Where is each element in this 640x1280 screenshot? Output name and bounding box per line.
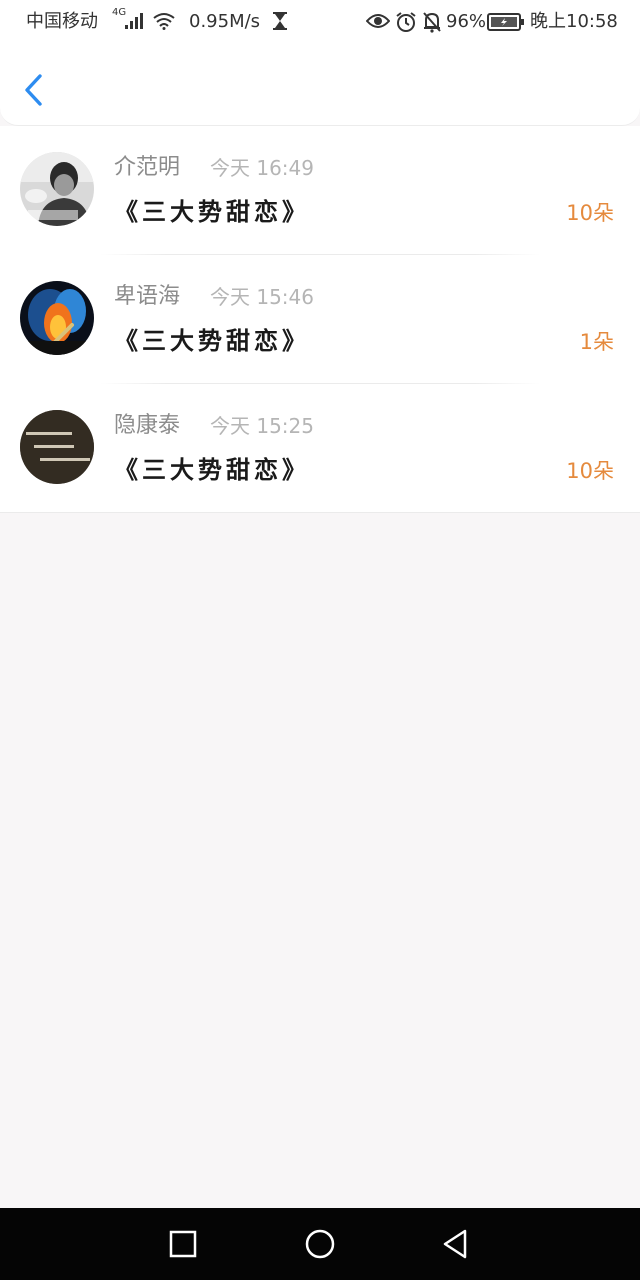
sender-name: 隐康泰 [114, 413, 181, 438]
sender-name: 卑语海 [114, 284, 181, 309]
gift-time: 今天 15:46 [210, 285, 314, 309]
circle-icon [302, 1229, 338, 1266]
status-bar: 中国移动 4G 0.95M/s 96% 晚上10:58 [0, 0, 640, 44]
book-title: 《三大势甜恋》 [114, 198, 310, 226]
battery-percent: 96% [446, 11, 487, 32]
avatar[interactable] [20, 281, 94, 355]
gift-time: 今天 16:49 [210, 156, 314, 180]
alarm-icon [395, 11, 417, 38]
book-title: 《三大势甜恋》 [114, 327, 310, 355]
recent-apps-button[interactable] [165, 1226, 201, 1262]
sender-name: 介范明 [114, 155, 181, 180]
list-item[interactable]: 隐康泰 今天 15:25 《三大势甜恋》 10朵 [0, 384, 640, 513]
home-button[interactable] [302, 1226, 338, 1262]
gift-amount: 1朵 [579, 330, 614, 354]
gift-amount: 10朵 [566, 459, 614, 483]
list-item[interactable]: 卑语海 今天 15:46 《三大势甜恋》 1朵 [0, 255, 640, 384]
square-icon [165, 1230, 201, 1266]
back-button[interactable] [16, 70, 52, 110]
eye-icon [365, 12, 391, 35]
header [0, 44, 640, 126]
avatar[interactable] [20, 410, 94, 484]
hourglass-icon [271, 11, 289, 36]
chevron-left-icon [16, 74, 52, 114]
avatar[interactable] [20, 152, 94, 226]
system-back-button[interactable] [437, 1226, 473, 1262]
network-speed: 0.95M/s [189, 11, 261, 32]
carrier-label: 中国移动 [26, 11, 98, 32]
clock-time: 晚上10:58 [530, 11, 618, 32]
mute-bell-icon [422, 11, 442, 38]
battery-icon [487, 12, 525, 37]
gift-amount: 10朵 [566, 201, 614, 225]
triangle-back-icon [437, 1229, 473, 1266]
book-title: 《三大势甜恋》 [114, 456, 310, 484]
signal-icon [124, 12, 146, 35]
gift-list: 介范明 今天 16:49 《三大势甜恋》 10朵 卑语海 今天 15:46 《三… [0, 126, 640, 513]
system-nav-bar [0, 1208, 640, 1280]
list-item[interactable]: 介范明 今天 16:49 《三大势甜恋》 10朵 [0, 126, 640, 255]
divider [0, 512, 640, 513]
wifi-icon [152, 12, 176, 35]
gift-time: 今天 15:25 [210, 414, 314, 438]
